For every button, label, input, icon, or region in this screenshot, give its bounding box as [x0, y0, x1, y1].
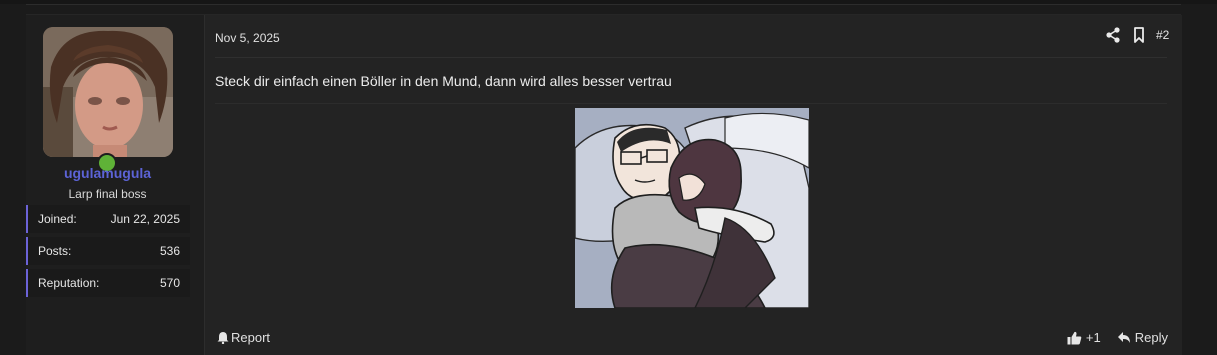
post-actions: #2 [1106, 27, 1170, 47]
stat-label: Reputation: [38, 276, 100, 290]
avatar[interactable] [43, 27, 173, 157]
avatar-container[interactable] [43, 27, 173, 173]
stat-posts: Posts: 536 [26, 237, 190, 265]
stat-joined: Joined: Jun 22, 2025 [26, 205, 190, 233]
stat-value: 536 [159, 244, 180, 258]
message-divider [215, 103, 1167, 104]
report-link[interactable]: Report [217, 330, 270, 345]
header-divider [215, 57, 1167, 58]
bookmark-icon[interactable] [1133, 27, 1145, 43]
stat-value: 570 [159, 276, 180, 290]
top-divider [26, 4, 1181, 5]
thumbs-up-icon [1067, 331, 1082, 345]
stat-label: Posts: [38, 244, 72, 258]
post-message: Steck dir einfach einen Böller in den Mu… [215, 73, 672, 89]
forum-post: ugulamugula Larp final boss Joined: Jun … [26, 15, 1182, 355]
like-button[interactable]: +1 [1067, 330, 1101, 345]
stat-reputation: Reputation: 570 [26, 269, 190, 297]
share-icon[interactable] [1106, 27, 1120, 43]
stat-label: Joined: [38, 212, 77, 226]
username[interactable]: ugulamugula [26, 165, 189, 181]
reply-button[interactable]: Reply [1117, 330, 1168, 345]
user-title: Larp final boss [68, 187, 147, 201]
post-number[interactable]: #2 [1156, 28, 1169, 42]
post-content: Nov 5, 2025 #2 Steck dir einfach einen B… [204, 15, 1182, 355]
bell-icon [217, 331, 229, 344]
reaction-count: +1 [1085, 330, 1101, 345]
reply-label: Reply [1134, 330, 1168, 345]
post-date[interactable]: Nov 5, 2025 [215, 31, 280, 45]
post-user-panel: ugulamugula Larp final boss Joined: Jun … [26, 15, 204, 355]
post-image[interactable] [575, 108, 809, 308]
report-label: Report [231, 330, 271, 345]
post-footer-actions: +1 Reply [1067, 330, 1168, 345]
stat-value: Jun 22, 2025 [110, 212, 180, 226]
reply-icon [1117, 331, 1131, 344]
